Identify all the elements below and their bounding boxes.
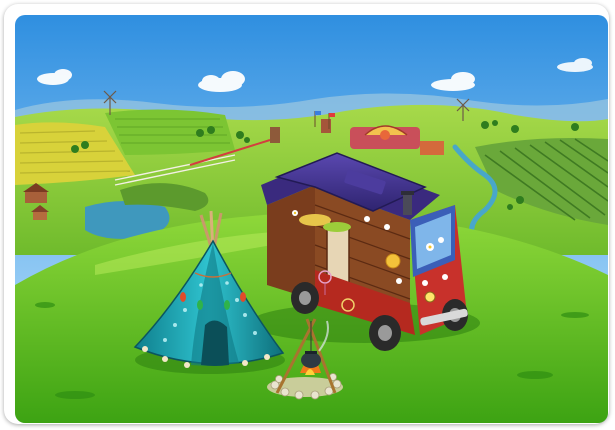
illustration-frame	[4, 4, 609, 424]
sun-icon	[385, 253, 401, 269]
green-field-left	[105, 109, 235, 155]
farm-hippie-scene	[15, 15, 608, 423]
game-scene	[15, 15, 608, 423]
